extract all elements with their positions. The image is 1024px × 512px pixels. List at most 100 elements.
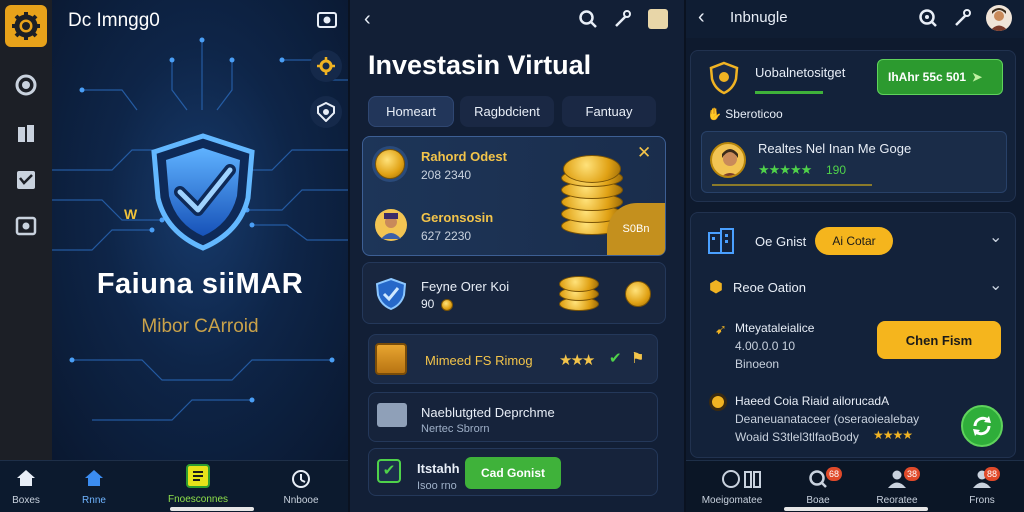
investment-card-2[interactable]: Feyne Orer Koi 90 — [362, 262, 666, 324]
investment-title: Itstahh — [417, 461, 460, 476]
tab-ragbdcient[interactable]: Ragbdcient — [460, 96, 554, 127]
notification-badge: 38 — [904, 467, 920, 481]
folder-icon[interactable] — [648, 9, 668, 29]
investment-title: Rahord Odest — [421, 149, 507, 164]
tab-homeart[interactable]: Homeart — [368, 96, 454, 127]
bottom-nav: Boxes Rnne Fnoesconnes Nnbooe — [0, 460, 348, 512]
amount-badge: S0Bn — [607, 203, 665, 255]
investment-card-4[interactable]: Naeblutgted Deprchme Nertec Sbrorn — [368, 392, 658, 442]
claim-button-label: IhAhr 55c 501 — [888, 70, 967, 84]
list-item-title: Mteyataleialice — [735, 321, 815, 335]
investment-subtitle: Isoo rno — [417, 480, 457, 492]
arrow-icon: ➤ — [972, 70, 983, 84]
investment-card-3[interactable]: Mimeed FS Rimog ★★★ ✔ ⚑ — [368, 334, 658, 384]
globe-icon — [721, 469, 761, 489]
list-item-footer: Woaid S3tlel3tlfaoBody — [735, 430, 859, 444]
screen-title: Inbnugle — [730, 9, 788, 26]
investment-card-5[interactable]: ✔ Itstahh Isoo rno Cad Gonist — [368, 448, 658, 496]
nav-item-boxes[interactable]: Boxes — [8, 469, 44, 506]
tools-icon[interactable] — [952, 8, 972, 33]
nav-label: Nnbooe — [283, 495, 319, 506]
nav-label: Boae — [806, 495, 830, 506]
refresh-icon — [973, 416, 991, 436]
list-item-label: Oe Gnist — [755, 234, 807, 249]
nav-item-search[interactable]: Boae 68 — [796, 467, 842, 506]
splash-screen: Dc Imngg0 W Faiuna siiMAR Mibor CArroid — [52, 0, 348, 460]
chevron-down-icon[interactable]: ⌄ — [989, 227, 1002, 247]
profile-title: Realtes Nel Inan Me Goge — [758, 141, 912, 156]
nav-item-home[interactable]: Rnne — [76, 469, 112, 506]
progress-bar — [755, 91, 823, 94]
rating-stars-icon: ★★★★ — [873, 428, 913, 442]
nav-item-settings[interactable]: Nnbooe — [276, 469, 326, 506]
nav-item-notes[interactable]: Fnoesconnes — [166, 464, 230, 505]
coin-icon — [441, 299, 453, 311]
app-root: Dc Imngg0 W Faiuna siiMAR Mibor CArroid — [0, 0, 1024, 512]
nav-label: Reoratee — [876, 495, 918, 506]
list-item-label: Reoe Oation — [733, 280, 806, 295]
status-chip[interactable]: Ai Cotar — [815, 227, 893, 255]
list-item-title: Haeed Coia Riaid ailorucadA — [735, 394, 890, 408]
tools-icon[interactable] — [612, 9, 632, 34]
progress-line — [712, 184, 872, 186]
notification-badge: 88 — [984, 467, 1000, 481]
monitor-icon — [377, 403, 407, 427]
app-logo[interactable] — [5, 5, 47, 47]
nav-item-reports[interactable]: Reoratee 38 — [870, 467, 924, 506]
shield-check-icon — [151, 133, 255, 251]
side-mark: W — [124, 206, 138, 222]
back-icon[interactable]: ‹ — [364, 8, 371, 31]
profile-row[interactable]: Realtes Nel Inan Me Goge ★★★★★ 190 — [701, 131, 1007, 193]
featured-investment-card[interactable]: Rahord Odest 208 2340 Geronsosin 627 223… — [362, 136, 666, 256]
rating-stars-icon: ★★★★★ — [758, 162, 812, 177]
coin-icon — [709, 393, 727, 411]
claim-button[interactable]: IhAhr 55c 501 ➤ — [877, 59, 1003, 95]
shield-small-icon: ⬢ — [709, 279, 723, 296]
chevron-down-icon[interactable]: ⌄ — [989, 275, 1002, 295]
avatar[interactable] — [986, 5, 1012, 31]
details-list: Oe Gnist Ai Cotar ⌄ ⬢ Reoe Oation ⌄ ➹ Mt… — [690, 212, 1016, 458]
home-indicator — [784, 507, 928, 511]
nav-label: Fnoesconnes — [167, 494, 229, 505]
refresh-button[interactable] — [961, 405, 1003, 447]
tab-fantuay[interactable]: Fantuay — [562, 96, 656, 127]
screen-title: Dc Imngg0 — [68, 10, 160, 31]
investment-screen: ‹ Investasin Virtual Homeart Ragbdcient … — [350, 0, 684, 512]
close-icon[interactable]: ✕ — [637, 143, 651, 163]
investment-title: Mimeed FS Rimog — [425, 353, 533, 368]
nav-label: Frons — [969, 495, 995, 506]
book-icon[interactable] — [14, 122, 38, 146]
note-icon — [186, 464, 210, 488]
search-icon[interactable] — [578, 9, 598, 34]
search-icon[interactable] — [918, 8, 938, 33]
camera-icon[interactable] — [314, 6, 340, 32]
chart-icon[interactable] — [14, 168, 38, 192]
investment-title: Naeblutgted Deprchme — [421, 405, 555, 420]
coin-avatar-icon — [375, 149, 405, 179]
section-label: ✋ Sberoticoo — [707, 107, 783, 121]
profile-screen: ‹ Inbnugle Uobalnetositget IhAhr 55c 501 — [686, 0, 1024, 512]
brand-name: Faiuna siiMAR — [96, 268, 304, 300]
record-icon[interactable] — [14, 73, 38, 97]
shield-settings-icon[interactable] — [310, 96, 342, 128]
list-item-value: 4.00.0.0 10 — [735, 339, 796, 353]
gallery-icon[interactable] — [14, 214, 38, 238]
gear-logo-icon — [12, 12, 40, 40]
shield-icon — [375, 277, 407, 311]
back-icon[interactable]: ‹ — [698, 6, 705, 29]
investment-value: 208 2340 — [421, 168, 472, 182]
nav-item-home[interactable]: Moeigomatee — [700, 469, 764, 506]
nav-label: Rnne — [82, 495, 106, 506]
open-button[interactable]: Chen Fism — [877, 321, 1001, 359]
panel-divider — [348, 0, 350, 512]
settings-circle-icon — [290, 469, 312, 489]
settings-icon[interactable] — [310, 50, 342, 82]
investment-subtitle: Nertec Sbrorn — [421, 423, 490, 435]
check-icon: ✔ — [609, 350, 622, 367]
get-button[interactable]: Cad Gonist — [465, 457, 561, 489]
panel-divider — [684, 0, 686, 512]
nav-item-profile[interactable]: Frons 88 — [962, 467, 1002, 506]
achievement-title: Uobalnetositget — [755, 65, 846, 80]
checkbox-icon[interactable]: ✔ — [377, 459, 401, 483]
side-rail — [0, 0, 52, 512]
